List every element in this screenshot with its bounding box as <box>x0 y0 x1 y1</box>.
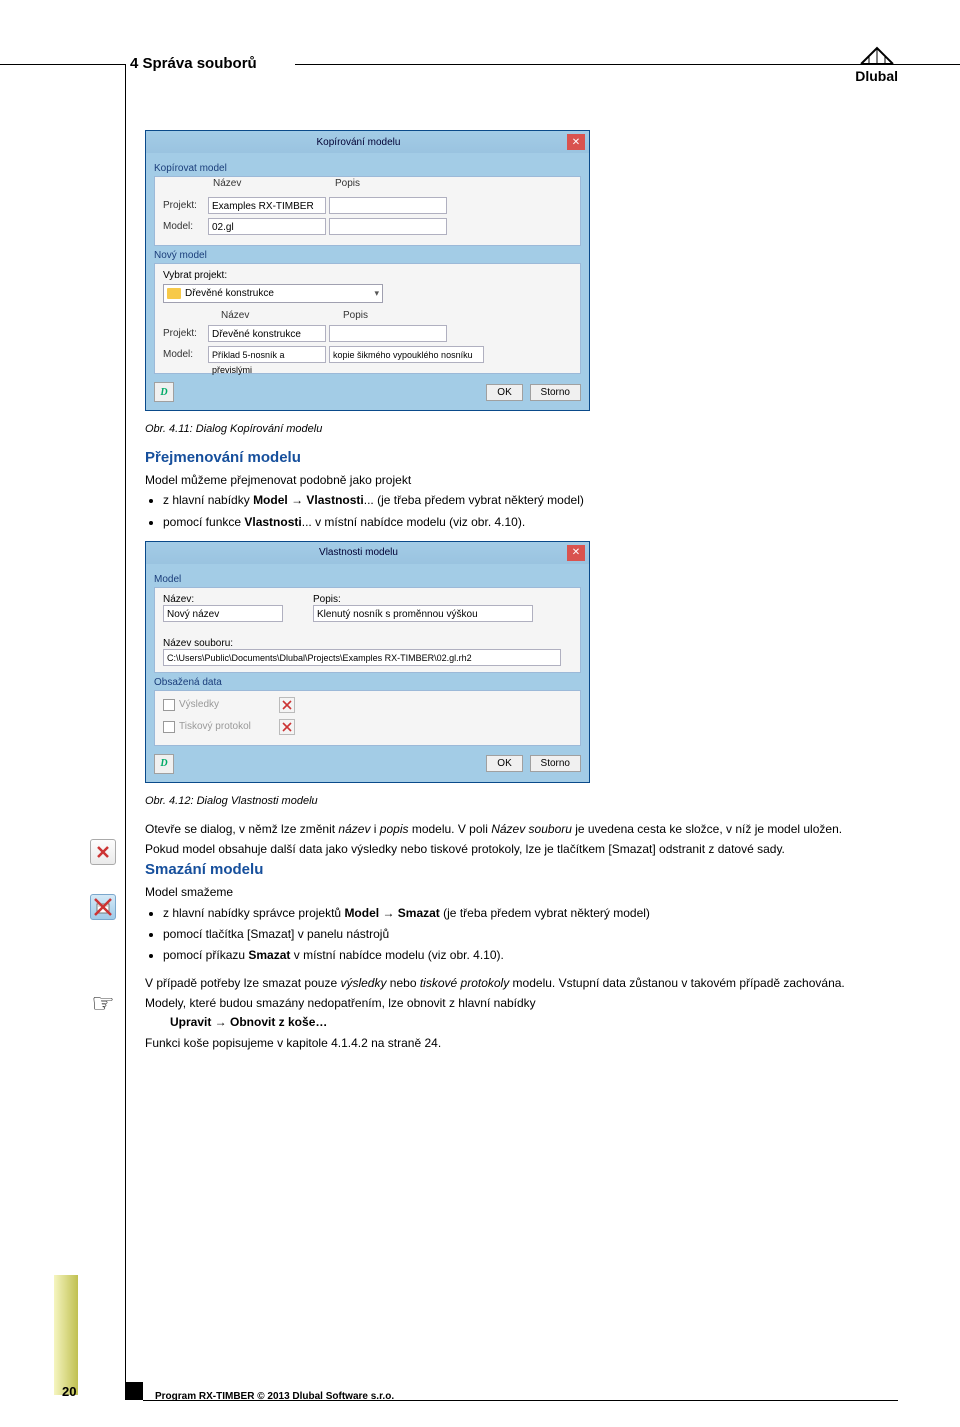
heading-rename: Přejmenování modelu <box>145 449 890 466</box>
ok-button[interactable]: OK <box>486 755 522 772</box>
ok-button[interactable]: OK <box>486 384 522 401</box>
dialog-title: Kopírování modelu <box>150 137 567 148</box>
model-properties-dialog: Vlastnosti modelu ✕ Model Název: Nový ná… <box>145 541 590 783</box>
heading-delete: Smazání modelu <box>145 861 890 878</box>
list-item: z hlavní nabídky Model → Vlastnosti... (… <box>163 492 890 509</box>
side-tab <box>54 1275 78 1395</box>
project-field[interactable]: Examples RX-TIMBER <box>208 197 326 214</box>
figure-caption: Obr. 4.12: Dialog Vlastnosti modelu <box>145 795 890 807</box>
section-title: 4 Správa souborů <box>130 55 257 72</box>
results-checkbox[interactable] <box>163 699 175 711</box>
copy-model-dialog: Kopírování modelu ✕ Kopírovat model Náze… <box>145 130 590 411</box>
cancel-button[interactable]: Storno <box>530 755 581 772</box>
project-select[interactable]: Dřevěné konstrukce▾ <box>163 284 383 303</box>
figure-caption: Obr. 4.11: Dialog Kopírování modelu <box>145 423 890 435</box>
printout-checkbox[interactable] <box>163 721 175 733</box>
desc-input[interactable]: Klenutý nosník s proměnnou výškou <box>313 605 533 622</box>
delete-printout-button[interactable] <box>279 719 295 735</box>
delete-x-icon <box>90 839 116 865</box>
list-item: pomocí funkce Vlastnosti... v místní nab… <box>163 514 890 531</box>
model-field[interactable]: 02.gl <box>208 218 326 235</box>
close-icon[interactable]: ✕ <box>567 545 585 561</box>
pointing-hand-icon: ☞ <box>90 991 116 1017</box>
delete-model-icon <box>90 894 116 920</box>
help-button[interactable]: D <box>154 382 174 402</box>
footer-text: Program RX-TIMBER © 2013 Dlubal Software… <box>155 1391 394 1402</box>
help-button[interactable]: D <box>154 754 174 774</box>
filename-input[interactable]: C:\Users\Public\Documents\Dlubal\Project… <box>163 649 561 666</box>
cancel-button[interactable]: Storno <box>530 384 581 401</box>
group-header: Kopírovat model <box>154 159 581 176</box>
close-icon[interactable]: ✕ <box>567 134 585 150</box>
name-input[interactable]: Nový název <box>163 605 283 622</box>
page-number: 20 <box>62 1384 76 1399</box>
brand-logo: Dlubal <box>855 42 898 84</box>
delete-results-button[interactable] <box>279 697 295 713</box>
